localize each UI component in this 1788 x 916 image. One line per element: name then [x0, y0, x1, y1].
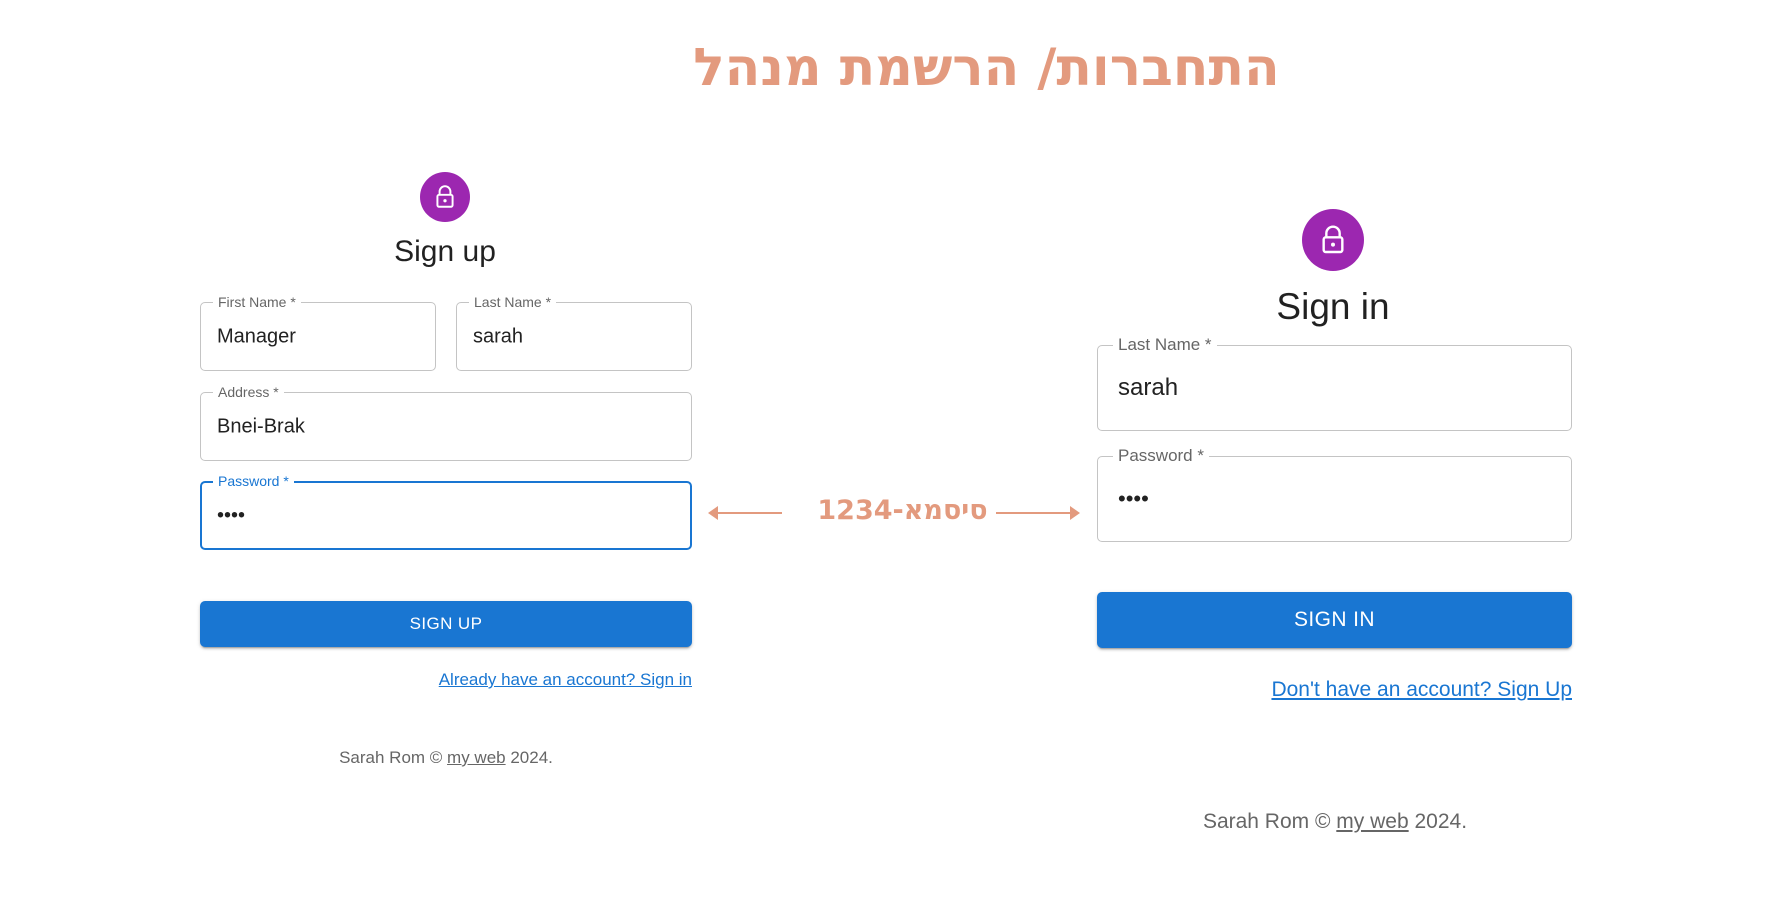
signin-last-name-value: sarah — [1118, 374, 1179, 401]
signin-footer: Sarah Rom © my web 2024. — [1160, 810, 1510, 834]
signup-last-name-label: Last Name * — [469, 294, 557, 310]
signup-address-field[interactable]: Address * Bnei-Brak — [200, 384, 692, 461]
signin-password-label: Password * — [1113, 446, 1209, 466]
signin-last-name-field[interactable]: Last Name * sarah — [1097, 335, 1572, 431]
signup-first-name-field[interactable]: First Name * Manager — [200, 294, 436, 371]
signup-last-name-field[interactable]: Last Name * sarah — [456, 294, 692, 371]
signin-heading: Sign in — [1276, 286, 1390, 327]
left-arrow — [708, 506, 782, 520]
signin-password-field[interactable]: Password * •••• — [1097, 446, 1572, 542]
signin-footer-link[interactable]: my web — [1336, 810, 1408, 833]
sign-up-link[interactable]: Don't have an account? Sign Up — [1222, 678, 1572, 702]
signup-password-value: •••• — [217, 504, 246, 526]
signup-first-name-label: First Name * — [213, 294, 301, 310]
signin-footer-prefix: Sarah Rom © — [1202, 810, 1337, 833]
sign-in-button[interactable]: SIGN IN — [1097, 592, 1572, 648]
signin-footer-suffix: 2024. — [1408, 810, 1468, 833]
signup-address-label: Address * — [213, 384, 284, 400]
sign-in-link[interactable]: Already have an account? Sign in — [427, 670, 692, 690]
signup-last-name-value: sarah — [473, 325, 524, 347]
signup-heading: Sign up — [394, 235, 496, 268]
sign-up-button[interactable]: SIGN UP — [200, 601, 692, 647]
lock-icon — [436, 185, 454, 208]
signup-password-field[interactable]: Password * •••• — [200, 473, 692, 550]
right-arrow — [996, 506, 1080, 520]
lock-icon — [1322, 225, 1344, 254]
signup-first-name-value: Manager — [217, 325, 296, 347]
signup-footer-prefix: Sarah Rom © — [339, 748, 448, 767]
signup-password-label: Password * — [213, 473, 294, 489]
password-note: סיסמא-1234 — [817, 495, 988, 526]
signup-address-value: Bnei-Brak — [217, 415, 305, 437]
signin-last-name-label: Last Name * — [1113, 335, 1217, 355]
signin-password-value: •••• — [1118, 486, 1149, 511]
signup-footer-suffix: 2024. — [505, 748, 553, 767]
signup-lock-avatar — [420, 172, 470, 222]
page-title: התחברות/ הרשמת מנהל — [693, 38, 1280, 98]
signup-footer-link[interactable]: my web — [447, 748, 506, 767]
signup-footer: Sarah Rom © my web 2024. — [300, 748, 592, 768]
signin-lock-avatar — [1302, 209, 1364, 271]
